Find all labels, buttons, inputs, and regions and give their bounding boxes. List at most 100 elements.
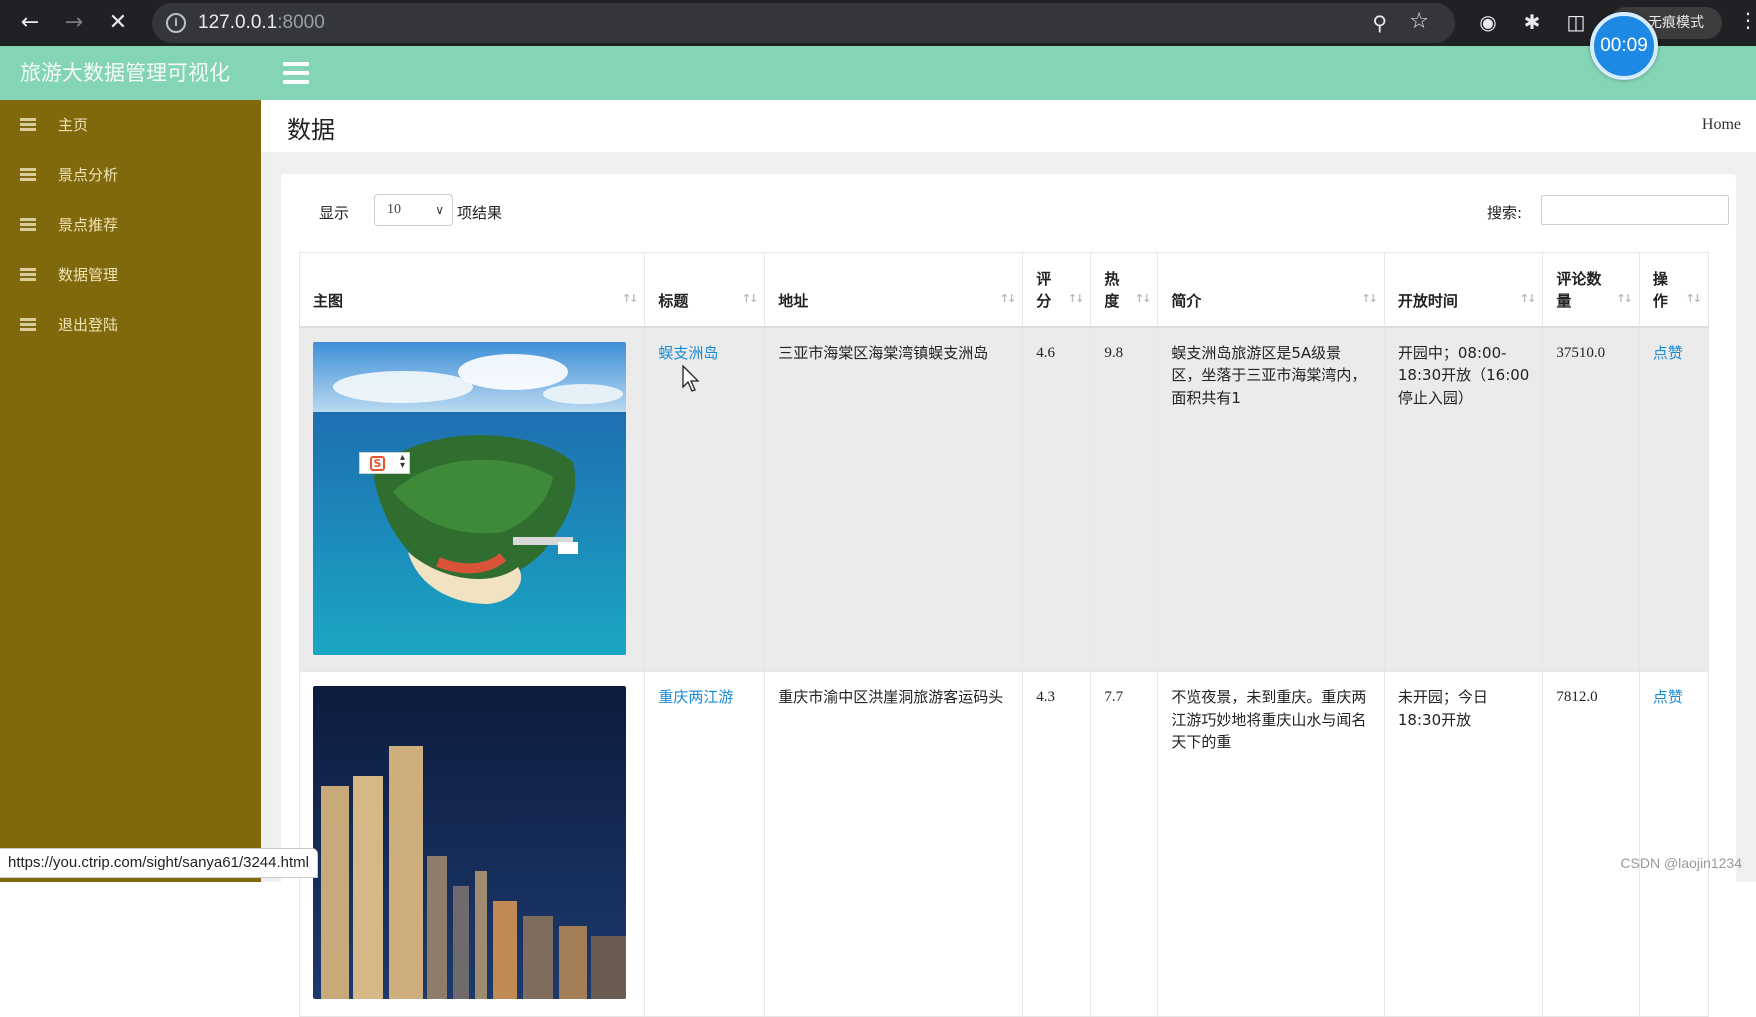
page-length-value: 10 (387, 202, 401, 217)
app-header: 旅游大数据管理可视化 (0, 46, 1756, 100)
results-label: 项结果 (457, 204, 503, 222)
sort-icon: ↑↓ (741, 291, 759, 305)
action-cell[interactable]: 点赞 (1638, 326, 1710, 672)
rating-cell: 4.6 (1022, 326, 1092, 672)
like-link[interactable]: 点赞 (1653, 344, 1683, 362)
sidebar-item-label: 主页 (58, 116, 89, 134)
chevron-down-icon: ∨ (435, 203, 444, 217)
sidebar-item-label: 退出登陆 (58, 316, 119, 334)
sidebar-item-label: 景点推荐 (58, 216, 119, 234)
column-header-title[interactable]: 标题 ↑↓ (644, 252, 766, 328)
intro-cell: 不览夜景，未到重庆。重庆两江游巧妙地将重庆山水与闻名天下的重 (1157, 671, 1385, 1017)
column-header-label: 地址 (778, 291, 809, 310)
column-header-action[interactable]: 操作 ↑↓ (1638, 252, 1710, 328)
forward-arrow-icon[interactable]: → (58, 7, 90, 39)
recording-timer[interactable]: 00:09 (1590, 12, 1658, 80)
column-header-label: 操作 (1652, 269, 1668, 310)
column-header-heat[interactable]: 热度 ↑↓ (1090, 252, 1159, 328)
sort-icon: ↑↓ (1134, 291, 1152, 305)
table-header-row: 主图 ↑↓ 标题 ↑↓ 地址 ↑↓ 评分 ↑↓ 热度 ↑↓ 简介 ↑↓ 开放时间 ↑↓ 评论数… (298, 252, 1710, 328)
side-panel-icon[interactable]: ◫ (1562, 8, 1590, 36)
list-icon (20, 218, 36, 231)
list-icon (20, 268, 36, 281)
column-header-address[interactable]: 地址 ↑↓ (764, 252, 1024, 328)
title-cell[interactable]: 蜈支洲岛 (644, 326, 766, 672)
column-header-label: 评论数量 (1556, 269, 1602, 310)
column-header-label: 标题 (658, 291, 689, 310)
page-title: 数据 (287, 116, 335, 144)
image-cell (298, 326, 646, 672)
spot-title-link[interactable]: 重庆两江游 (658, 688, 733, 706)
column-header-label: 开放时间 (1397, 291, 1458, 310)
hours-cell: 未开园；今日18:30开放 (1383, 671, 1544, 1017)
sort-icon: ↑↓ (999, 291, 1017, 305)
list-icon (20, 318, 36, 331)
bookmark-star-icon[interactable]: ☆ (1409, 9, 1429, 34)
app-brand: 旅游大数据管理可视化 (20, 61, 230, 85)
table-row: 蜈支洲岛 三亚市海棠区海棠湾镇蜈支洲岛 4.6 9.8 蜈支洲岛旅游区是5A级景… (298, 326, 1710, 672)
sidebar-item-data-management[interactable]: 数据管理 (0, 250, 261, 300)
column-header-intro[interactable]: 简介 ↑↓ (1157, 252, 1385, 328)
mouse-cursor-icon (682, 365, 700, 392)
stop-loading-icon[interactable]: ✕ (102, 7, 134, 39)
ime-dropdown-icon: ▴ ▾ (399, 452, 405, 471)
sidebar-item-label: 数据管理 (58, 266, 119, 284)
comments-cell: 7812.0 (1542, 671, 1640, 1017)
address-cell: 重庆市渝中区洪崖洞旅游客运码头 (764, 671, 1024, 1017)
ime-toolbar[interactable]: S ▴ ▾ (359, 452, 410, 474)
address-cell: 三亚市海棠区海棠湾镇蜈支洲岛 (764, 326, 1024, 672)
hours-cell: 开园中；08:00-18:30开放（16:00停止入园） (1383, 326, 1544, 672)
column-header-label: 简介 (1171, 291, 1202, 310)
column-header-label: 热度 (1104, 269, 1120, 310)
action-cell[interactable]: 点赞 (1638, 671, 1710, 1017)
island-photo (313, 341, 626, 655)
intro-cell: 蜈支洲岛旅游区是5A级景区，坐落于三亚市海棠湾内，面积共有1 (1157, 326, 1385, 672)
sort-icon: ↑↓ (621, 291, 639, 305)
list-icon (20, 118, 36, 131)
sort-icon: ↑↓ (1685, 291, 1703, 305)
sidebar-item-logout[interactable]: 退出登陆 (0, 300, 261, 350)
heat-cell: 7.7 (1090, 671, 1159, 1017)
rating-cell: 4.3 (1022, 671, 1092, 1017)
sort-icon: ↑↓ (1067, 291, 1085, 305)
watermark: CSDN @laojin1234 (1620, 855, 1742, 871)
breadcrumb[interactable]: Home (1702, 116, 1741, 134)
like-link[interactable]: 点赞 (1653, 688, 1683, 706)
sort-icon: ↑↓ (1361, 291, 1378, 305)
list-icon (20, 168, 36, 181)
back-arrow-icon[interactable]: ← (14, 7, 46, 39)
page-length-select[interactable]: 10 ∨ (374, 194, 453, 226)
sidebar-item-home[interactable]: 主页 (0, 100, 261, 150)
address-bar[interactable]: i 127.0.0.1:8000 ⚲ ☆ (152, 3, 1455, 43)
zoom-icon[interactable]: ⚲ (1372, 11, 1387, 35)
column-header-rating[interactable]: 评分 ↑↓ (1022, 252, 1092, 328)
menu-toggle-icon[interactable] (283, 62, 309, 84)
content-header: 数据 Home (261, 100, 1756, 152)
sidebar-item-spot-analysis[interactable]: 景点分析 (0, 150, 261, 200)
column-header-image[interactable]: 主图 ↑↓ (298, 252, 646, 328)
column-header-comments[interactable]: 评论数量 ↑↓ (1542, 252, 1640, 328)
city-night-photo (313, 686, 626, 999)
column-header-label: 评分 (1036, 269, 1052, 310)
title-cell[interactable]: 重庆两江游 (644, 671, 766, 1017)
sort-icon: ↑↓ (1519, 291, 1537, 305)
sidebar: 主页 景点分析 景点推荐 数据管理 退出登陆 (0, 100, 261, 882)
browser-toolbar: ← → ✕ i 127.0.0.1:8000 ⚲ ☆ ◉ ✱ ◫ 无痕模式 ⋮ (0, 0, 1756, 46)
sidebar-item-spot-recommend[interactable]: 景点推荐 (0, 200, 261, 250)
table-row: 重庆两江游 重庆市渝中区洪崖洞旅游客运码头 4.3 7.7 不览夜景，未到重庆。… (298, 671, 1710, 1017)
url-host: 127.0.0.1 (198, 12, 278, 33)
spot-title-link[interactable]: 蜈支洲岛 (658, 344, 718, 362)
puzzle-extensions-icon[interactable]: ✱ (1518, 8, 1546, 36)
data-table: 主图 ↑↓ 标题 ↑↓ 地址 ↑↓ 评分 ↑↓ 热度 ↑↓ 简介 ↑↓ 开放时间 ↑↓ 评论数… (298, 252, 1710, 1017)
column-header-hours[interactable]: 开放时间 ↑↓ (1383, 252, 1544, 328)
search-input[interactable] (1541, 195, 1729, 225)
extension-icon[interactable]: ◉ (1474, 8, 1502, 36)
image-cell (298, 671, 646, 1017)
browser-menu-icon[interactable]: ⋮ (1738, 8, 1756, 32)
sort-icon: ↑↓ (1616, 291, 1633, 305)
url-port: :8000 (277, 12, 325, 33)
sogou-ime-icon: S (370, 456, 385, 471)
address-url[interactable]: 127.0.0.1:8000 (198, 12, 325, 34)
site-info-icon[interactable]: i (166, 13, 186, 33)
column-header-label: 主图 (313, 291, 344, 310)
